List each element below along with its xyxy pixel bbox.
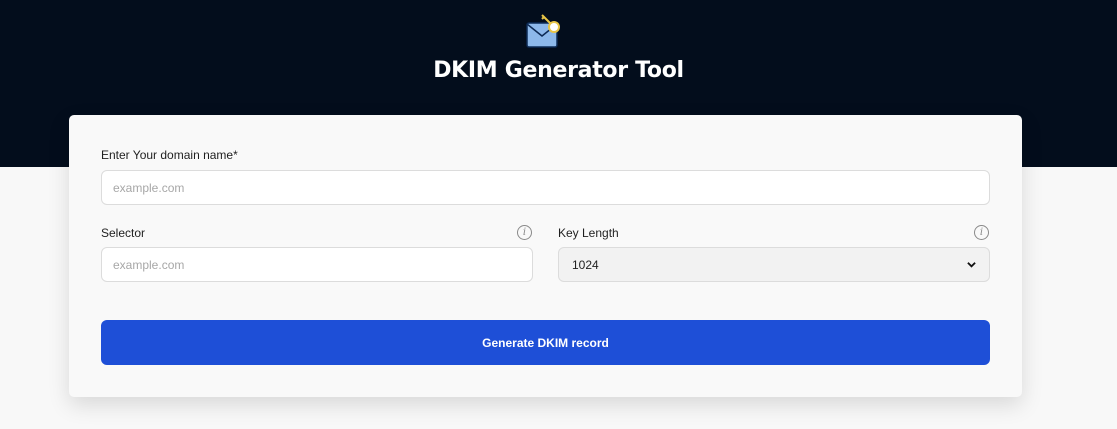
key-length-label: Key Length [558,226,619,240]
domain-label: Enter Your domain name* [101,148,238,162]
key-length-select[interactable]: 1024 [558,247,990,282]
envelope-key-icon [526,14,560,48]
selector-input[interactable] [101,247,533,282]
key-length-info-icon[interactable]: i [974,225,989,240]
generate-dkim-button[interactable]: Generate DKIM record [101,320,990,365]
domain-input[interactable] [101,170,990,205]
selector-label: Selector [101,226,146,240]
key-length-value: 1024 [572,257,599,272]
generator-form-card: Enter Your domain name* Selector i Key L… [69,115,1022,397]
chevron-down-icon [967,262,976,268]
selector-info-icon[interactable]: i [517,225,532,240]
page-title: DKIM Generator Tool [433,58,684,83]
